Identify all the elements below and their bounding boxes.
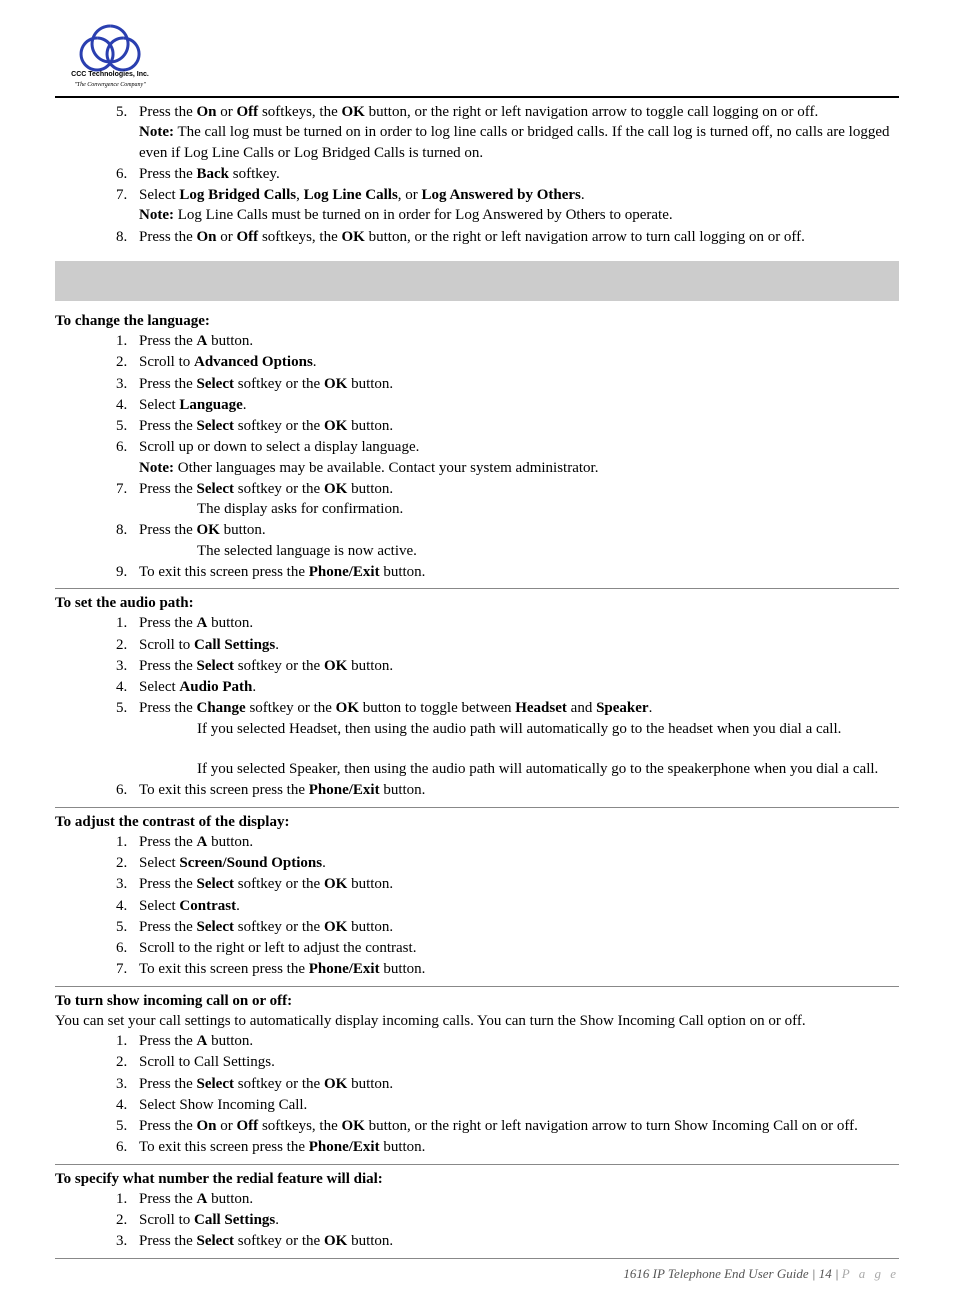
- list-item: Scroll to Advanced Options.: [131, 352, 899, 372]
- section-rule: [55, 588, 899, 589]
- note-text: Note: The call log must be turned on in …: [139, 124, 890, 160]
- footer-rule: [55, 1258, 899, 1259]
- section-rule: [55, 986, 899, 987]
- list-item: Press the A button.: [131, 613, 899, 633]
- list-item: Press the Select softkey or the OK butto…: [131, 479, 899, 520]
- svg-text:"The Convergence Company": "The Convergence Company": [74, 82, 146, 88]
- section-rule: [55, 1164, 899, 1165]
- list-item: Press the On or Off softkeys, the OK but…: [131, 1116, 899, 1136]
- list-item: To exit this screen press the Phone/Exit…: [131, 959, 899, 979]
- list-item: Press the Back softkey.: [131, 164, 899, 184]
- list-item: Scroll to Call Settings.: [131, 1210, 899, 1230]
- page-footer: 1616 IP Telephone End User Guide | 14 | …: [55, 1265, 899, 1283]
- list-item: Press the Select softkey or the OK butto…: [131, 1074, 899, 1094]
- list-item: To exit this screen press the Phone/Exit…: [131, 562, 899, 582]
- list-item: Press the Select softkey or the OK butto…: [131, 656, 899, 676]
- list-item: Select Log Bridged Calls, Log Line Calls…: [131, 185, 899, 226]
- note-text: Note: Other languages may be available. …: [139, 460, 598, 476]
- sub-text: If you selected Headset, then using the …: [197, 719, 899, 739]
- section-list: Press the A button.Scroll to Call Settin…: [113, 1031, 899, 1158]
- section-heading: To turn show incoming call on or off:: [55, 991, 899, 1011]
- note-text: Note: Log Line Calls must be turned on i…: [139, 207, 673, 223]
- logo-icon: CCC Technologies, Inc. "The Convergence …: [55, 18, 165, 90]
- list-item: Select Screen/Sound Options.: [131, 853, 899, 873]
- list-item: To exit this screen press the Phone/Exit…: [131, 1137, 899, 1157]
- list-item: Press the Change softkey or the OK butto…: [131, 698, 899, 779]
- list-item: Press the Select softkey or the OK butto…: [131, 917, 899, 937]
- sub-text: If you selected Speaker, then using the …: [197, 759, 899, 779]
- list-item: Select Audio Path.: [131, 677, 899, 697]
- list-item: Press the A button.: [131, 1031, 899, 1051]
- list-item: Press the Select softkey or the OK butto…: [131, 374, 899, 394]
- list-item: Press the A button.: [131, 331, 899, 351]
- list-item: Press the Select softkey or the OK butto…: [131, 1231, 899, 1251]
- list-item: Press the On or Off softkeys, the OK but…: [131, 102, 899, 163]
- list-item: Press the Select softkey or the OK butto…: [131, 416, 899, 436]
- section-intro: You can set your call settings to automa…: [55, 1011, 899, 1031]
- section-list: Press the A button.Scroll to Call Settin…: [113, 613, 899, 800]
- footer-page-number: 14: [819, 1266, 832, 1281]
- header-rule: [55, 96, 899, 98]
- list-item: Press the OK button.The selected languag…: [131, 520, 899, 561]
- list-item: Scroll to Call Settings.: [131, 1052, 899, 1072]
- logo: CCC Technologies, Inc. "The Convergence …: [55, 18, 899, 90]
- section-heading: To specify what number the redial featur…: [55, 1169, 899, 1189]
- section-list: Press the A button.Select Screen/Sound O…: [113, 832, 899, 980]
- list-item: Press the On or Off softkeys, the OK but…: [131, 227, 899, 247]
- list-item: Press the A button.: [131, 832, 899, 852]
- sub-text: The selected language is now active.: [197, 541, 899, 561]
- footer-doc-title: 1616 IP Telephone End User Guide: [623, 1266, 808, 1281]
- list-item: To exit this screen press the Phone/Exit…: [131, 780, 899, 800]
- section-heading: To adjust the contrast of the display:: [55, 812, 899, 832]
- sub-text: The display asks for confirmation.: [197, 499, 899, 519]
- svg-text:CCC Technologies, Inc.: CCC Technologies, Inc.: [71, 71, 149, 78]
- list-item: Scroll to the right or left to adjust th…: [131, 938, 899, 958]
- list-item: Press the A button.: [131, 1189, 899, 1209]
- list-item: Select Contrast.: [131, 896, 899, 916]
- section-list: Press the A button.Scroll to Call Settin…: [113, 1189, 899, 1252]
- list-item: Select Show Incoming Call.: [131, 1095, 899, 1115]
- list-item: Scroll to Call Settings.: [131, 635, 899, 655]
- list-item: Scroll up or down to select a display la…: [131, 437, 899, 478]
- section-list: Press the A button.Scroll to Advanced Op…: [113, 331, 899, 582]
- footer-page-word: P a g e: [842, 1266, 899, 1281]
- top-continuing-list: Press the On or Off softkeys, the OK but…: [113, 102, 899, 247]
- section-heading: To set the audio path:: [55, 593, 899, 613]
- list-item: Select Language.: [131, 395, 899, 415]
- grey-spacer-band: [55, 261, 899, 301]
- list-item: Press the Select softkey or the OK butto…: [131, 874, 899, 894]
- section-rule: [55, 807, 899, 808]
- section-heading: To change the language:: [55, 311, 899, 331]
